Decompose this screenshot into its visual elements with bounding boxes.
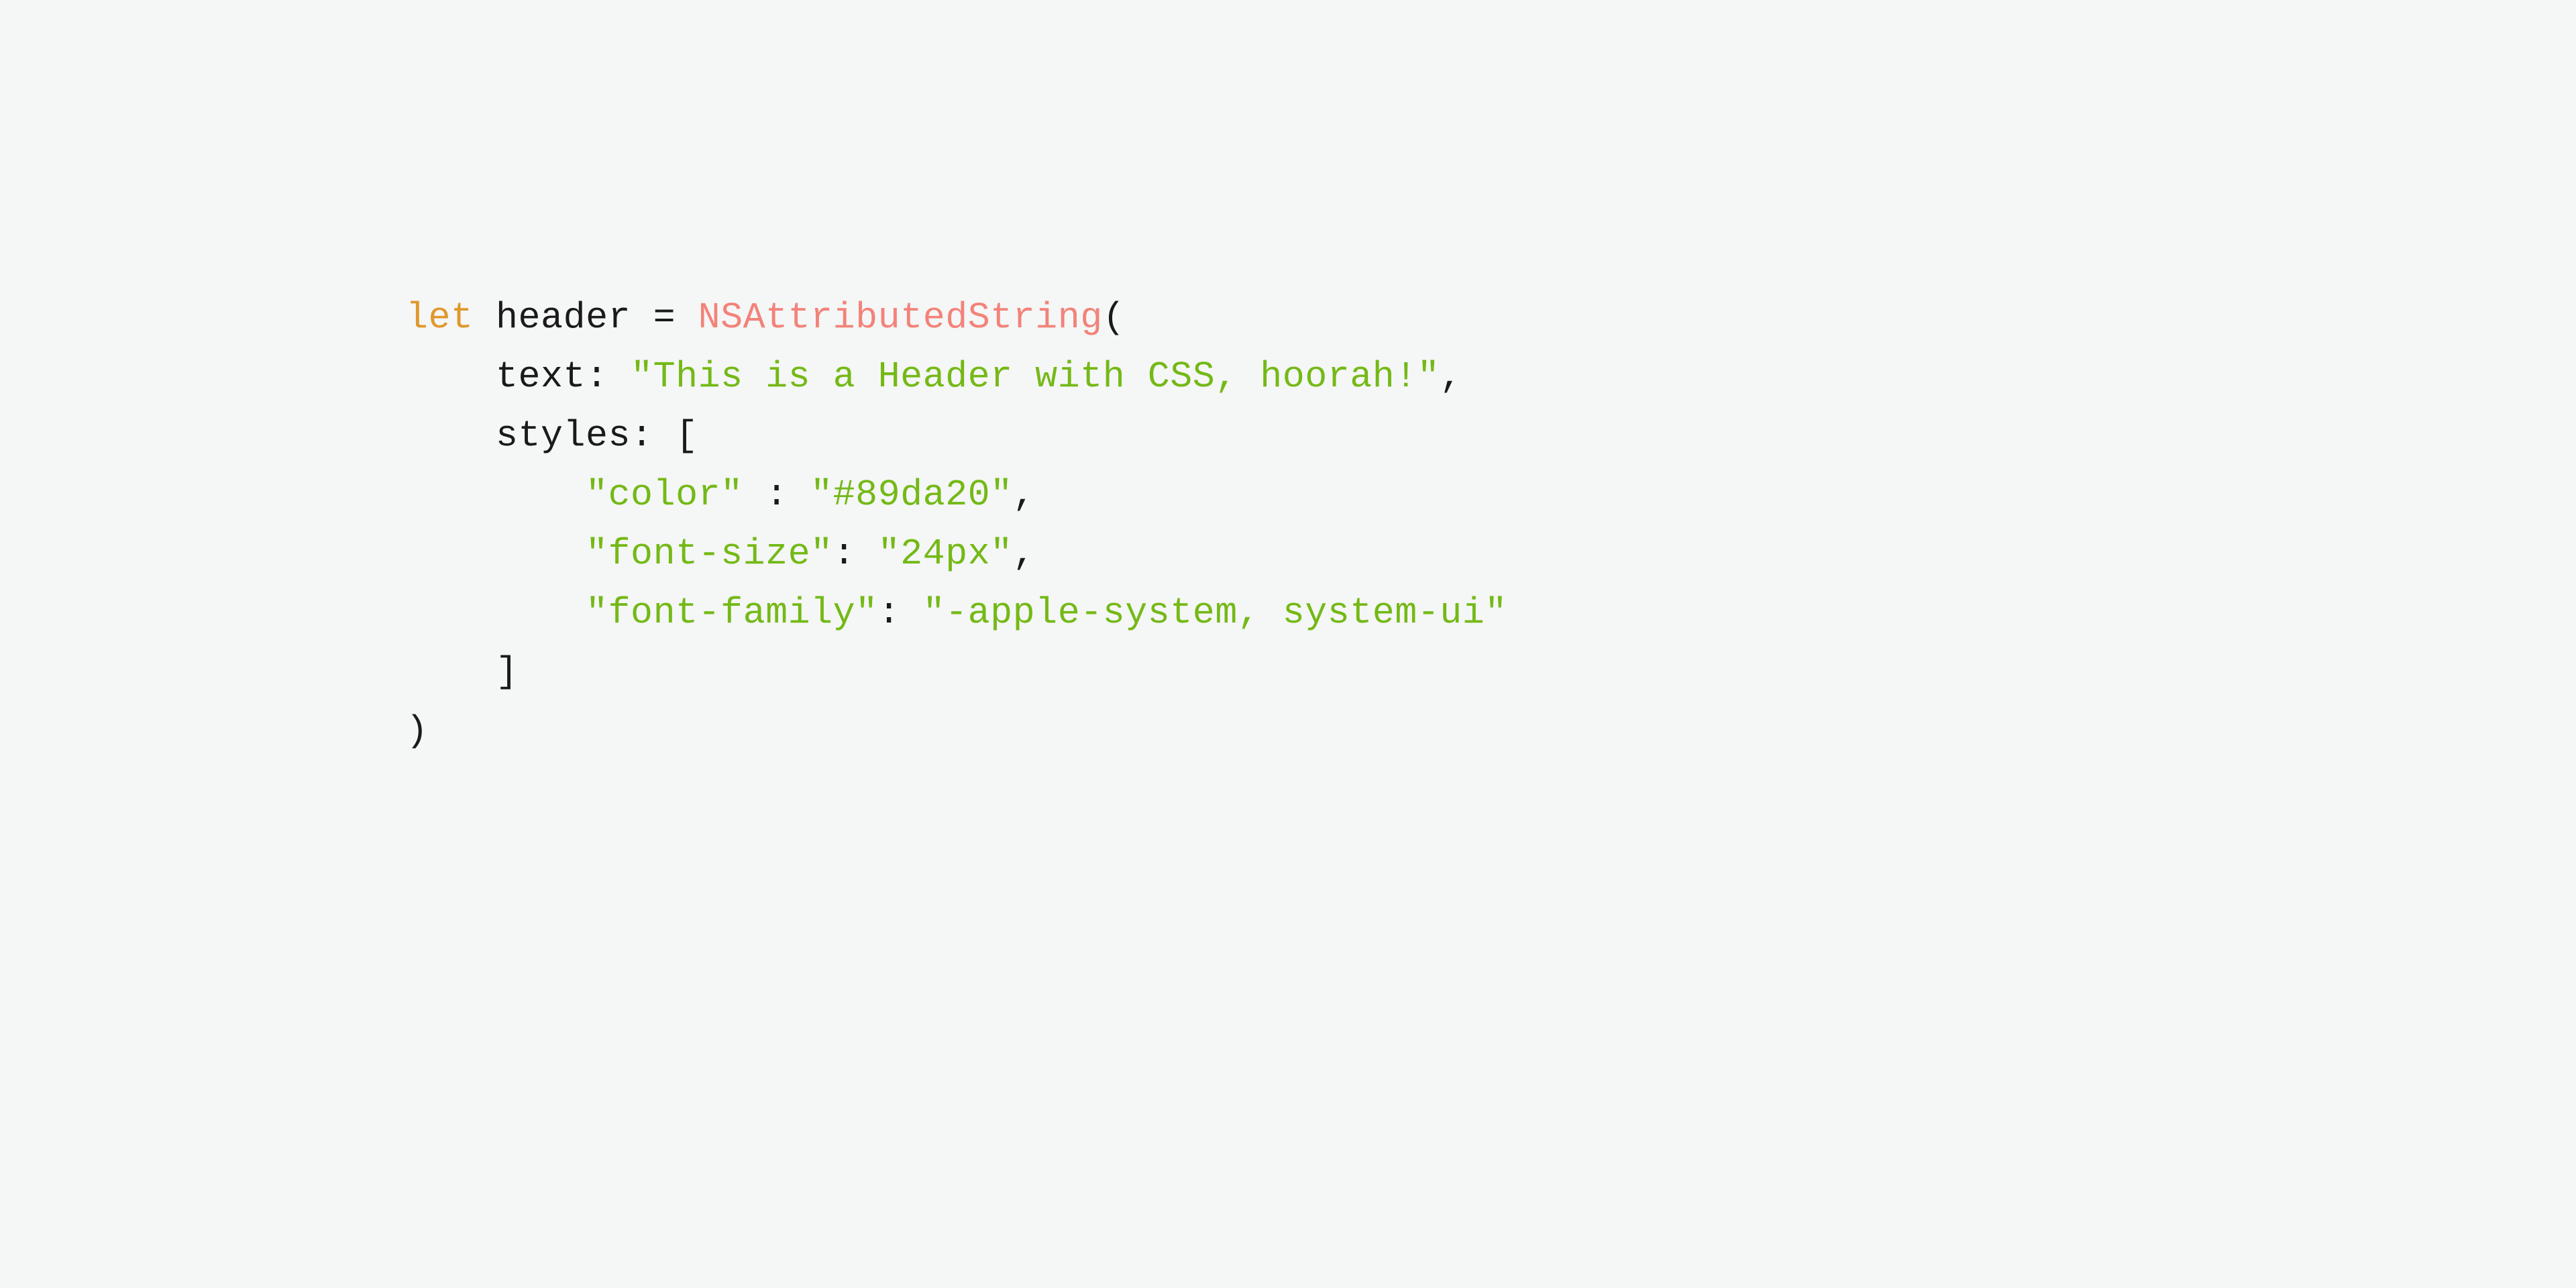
indent bbox=[406, 356, 496, 398]
space bbox=[743, 474, 766, 516]
dict-val-font-size: "24px" bbox=[878, 533, 1013, 575]
code-line-3: styles: [ bbox=[406, 415, 698, 457]
indent bbox=[406, 651, 496, 693]
code-line-2: text: "This is a Header with CSS, hoorah… bbox=[406, 356, 1462, 398]
colon: : bbox=[765, 474, 788, 516]
close-paren: ) bbox=[406, 710, 429, 752]
colon: : bbox=[878, 592, 901, 634]
arg-label-styles: styles: bbox=[496, 415, 653, 457]
code-line-6: "font-family": "-apple-system, system-ui… bbox=[406, 592, 1507, 634]
space bbox=[631, 297, 653, 339]
indent bbox=[406, 474, 586, 516]
space bbox=[653, 415, 676, 457]
dict-key-font-family: "font-family" bbox=[586, 592, 878, 634]
comma: , bbox=[1013, 533, 1036, 575]
type-nsattributedstring: NSAttributedString bbox=[698, 297, 1103, 339]
space bbox=[676, 297, 698, 339]
operator-equals: = bbox=[653, 297, 676, 339]
indent bbox=[406, 592, 586, 634]
code-line-4: "color" : "#89da20", bbox=[406, 474, 1035, 516]
code-line-7: ] bbox=[406, 651, 519, 693]
space bbox=[900, 592, 923, 634]
code-block: let header = NSAttributedString( text: "… bbox=[406, 288, 1507, 761]
keyword-let: let bbox=[406, 297, 474, 339]
space bbox=[474, 297, 496, 339]
dict-key-color: "color" bbox=[586, 474, 743, 516]
string-header-text: "This is a Header with CSS, hoorah!" bbox=[631, 356, 1440, 398]
code-line-5: "font-size": "24px", bbox=[406, 533, 1035, 575]
indent bbox=[406, 533, 586, 575]
colon: : bbox=[833, 533, 856, 575]
arg-label-text: text: bbox=[496, 356, 608, 398]
dict-val-font-family: "-apple-system, system-ui" bbox=[923, 592, 1507, 634]
code-line-1: let header = NSAttributedString( bbox=[406, 297, 1125, 339]
space bbox=[788, 474, 811, 516]
space bbox=[855, 533, 878, 575]
dict-key-font-size: "font-size" bbox=[586, 533, 833, 575]
indent bbox=[406, 415, 496, 457]
open-paren: ( bbox=[1103, 297, 1126, 339]
open-bracket: [ bbox=[676, 415, 698, 457]
dict-val-color: "#89da20" bbox=[810, 474, 1013, 516]
space bbox=[608, 356, 631, 398]
comma: , bbox=[1013, 474, 1036, 516]
code-line-8: ) bbox=[406, 710, 429, 752]
identifier-header: header bbox=[496, 297, 631, 339]
comma: , bbox=[1440, 356, 1462, 398]
close-bracket: ] bbox=[496, 651, 519, 693]
